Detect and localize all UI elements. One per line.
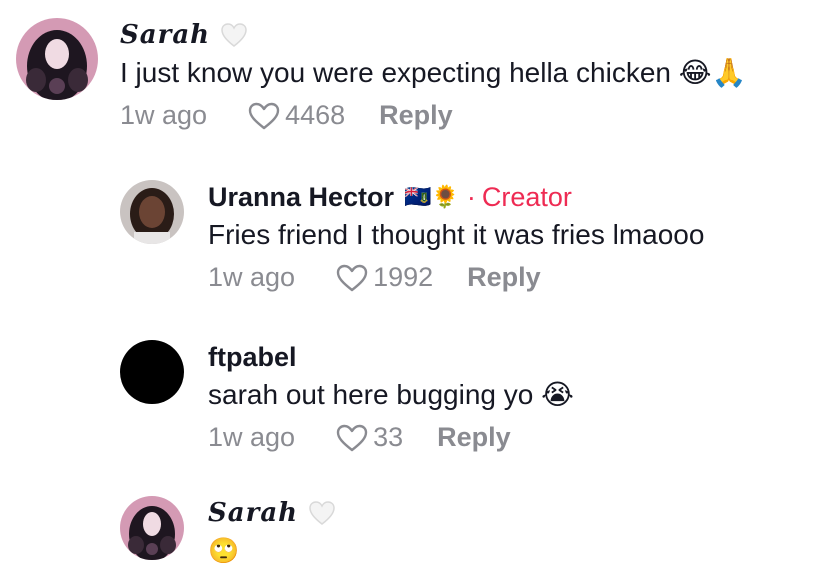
comment-text: sarah out here bugging yo 😭 xyxy=(208,379,574,410)
heart-outline-icon xyxy=(336,264,368,291)
username[interactable]: Sarah xyxy=(208,496,298,530)
comment-meta: 1w ago 1992 Reply xyxy=(208,262,704,293)
white-heart-icon xyxy=(308,500,336,526)
comment-sarah-2: Sarah 🙄 xyxy=(120,496,336,570)
flag-sunflower-icon: 🇻🇬🌻 xyxy=(404,184,459,209)
comment-header: Sarah xyxy=(120,18,746,52)
like-count: 33 xyxy=(373,422,404,452)
timestamp: 1w ago xyxy=(120,100,208,130)
comment-body: Sarah I just know you were expecting hel… xyxy=(120,18,746,131)
reply-button[interactable]: Reply xyxy=(467,262,541,293)
comment-meta: 1w ago 33 Reply xyxy=(208,422,574,453)
like-button[interactable]: 1992 xyxy=(335,262,433,293)
username[interactable]: ftpabel xyxy=(208,340,297,374)
comment-body: Uranna Hector 🇻🇬🌻 · Creator Fries friend… xyxy=(208,180,704,293)
comment-text: I just know you were expecting hella chi… xyxy=(120,57,747,88)
timestamp: 1w ago xyxy=(208,262,296,292)
like-button[interactable]: 33 xyxy=(335,422,403,453)
comment-body: Sarah 🙄 xyxy=(208,496,336,570)
white-heart-icon xyxy=(220,22,248,48)
username[interactable]: Uranna Hector xyxy=(208,180,394,214)
creator-badge: Creator xyxy=(481,182,572,212)
comment-text: 🙄 xyxy=(208,536,240,565)
separator-dot: · xyxy=(466,182,476,212)
heart-outline-icon xyxy=(248,102,280,129)
comment-meta: 1w ago 4468 Reply xyxy=(120,100,746,131)
avatar-ftpabel[interactable] xyxy=(120,340,184,404)
reply-button[interactable]: Reply xyxy=(379,100,453,131)
timestamp: 1w ago xyxy=(208,422,296,452)
avatar-sarah[interactable] xyxy=(16,18,98,100)
comment-body: ftpabel sarah out here bugging yo 😭 1w a… xyxy=(208,340,574,453)
like-button[interactable]: 4468 xyxy=(247,100,345,131)
comment-header: Uranna Hector 🇻🇬🌻 · Creator xyxy=(208,180,704,214)
like-count: 4468 xyxy=(285,100,346,130)
like-count: 1992 xyxy=(373,262,434,292)
reply-button[interactable]: Reply xyxy=(437,422,511,453)
comment-ftpabel: ftpabel sarah out here bugging yo 😭 1w a… xyxy=(120,340,574,453)
comment-header: ftpabel xyxy=(208,340,574,374)
avatar-uranna-hector[interactable] xyxy=(120,180,184,244)
comment-text: Fries friend I thought it was fries lmao… xyxy=(208,219,705,250)
comment-sarah-1: Sarah I just know you were expecting hel… xyxy=(16,18,746,131)
comment-header: Sarah xyxy=(208,496,336,530)
comment-uranna-hector: Uranna Hector 🇻🇬🌻 · Creator Fries friend… xyxy=(120,180,704,293)
avatar-sarah[interactable] xyxy=(120,496,184,560)
username[interactable]: Sarah xyxy=(120,18,210,52)
heart-outline-icon xyxy=(336,424,368,451)
